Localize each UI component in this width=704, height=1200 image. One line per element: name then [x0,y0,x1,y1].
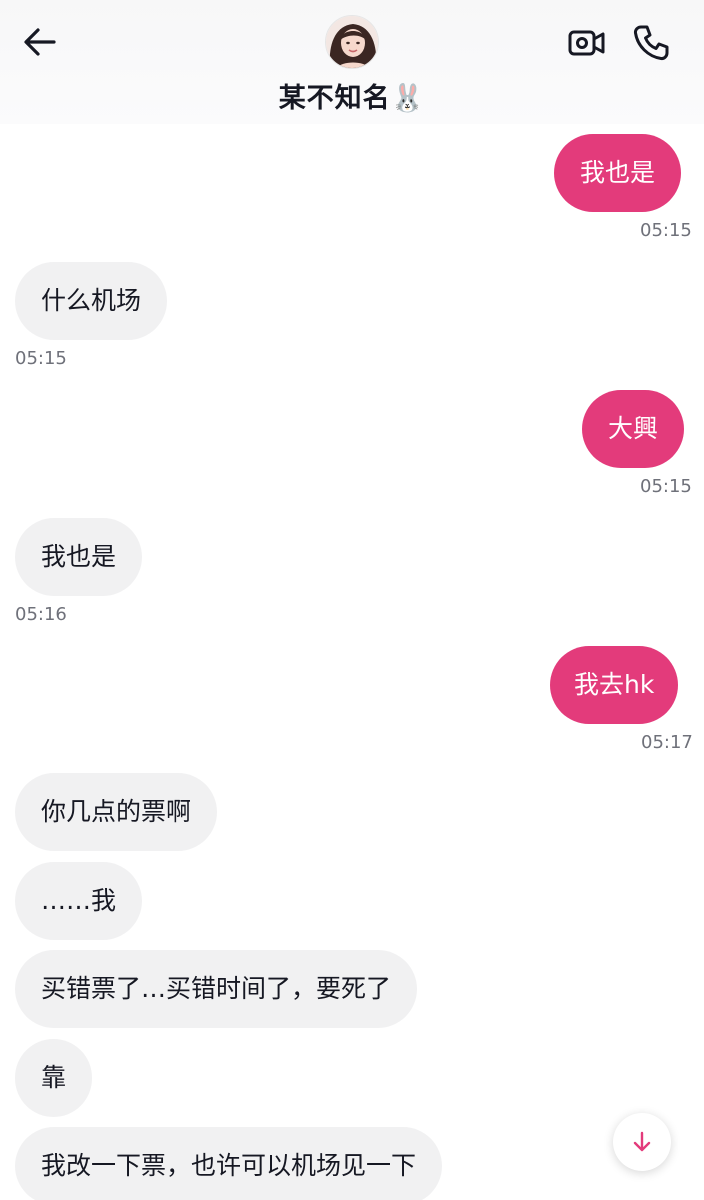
message-timestamp: 05:15 [640,220,692,241]
message-bubble-incoming[interactable]: 我也是 [15,518,143,596]
message-bubble-outgoing[interactable]: 我也是 [554,134,682,212]
rabbit-emoji: 🐰 [390,83,426,114]
message-bubble-outgoing[interactable]: 大興 [582,390,685,468]
avatar[interactable] [325,15,379,69]
arrow-left-icon [24,28,56,56]
message-bubble-outgoing[interactable]: 我去hk [550,646,679,724]
avatar-image [326,16,378,68]
voice-call-button[interactable] [632,24,670,62]
arrow-down-icon [633,1131,651,1152]
message-bubble-incoming[interactable]: 我改一下票，也许可以机场见一下 [15,1127,443,1200]
message-timestamp: 05:16 [15,604,67,625]
message-bubble-incoming[interactable]: 靠 [15,1039,93,1117]
message-timestamp: 05:15 [15,348,67,369]
message-timestamp: 05:15 [640,476,692,497]
video-call-button[interactable] [568,28,606,58]
message-bubble-incoming[interactable]: 买错票了…买错时间了，要死了 [15,950,418,1028]
video-camera-icon [568,30,605,56]
contact-name: 某不知名 [278,83,391,114]
scroll-to-bottom-button[interactable] [613,1113,671,1171]
back-button[interactable] [22,26,58,58]
message-bubble-incoming[interactable]: ……我 [15,862,143,940]
chat-title: 某不知名🐰 [0,76,704,115]
phone-icon [633,25,669,61]
chat-header: 某不知名🐰 [0,0,704,124]
message-bubble-incoming[interactable]: 你几点的票啊 [15,773,218,851]
message-bubble-incoming[interactable]: 什么机场 [15,262,168,340]
message-timestamp: 05:17 [641,732,693,753]
